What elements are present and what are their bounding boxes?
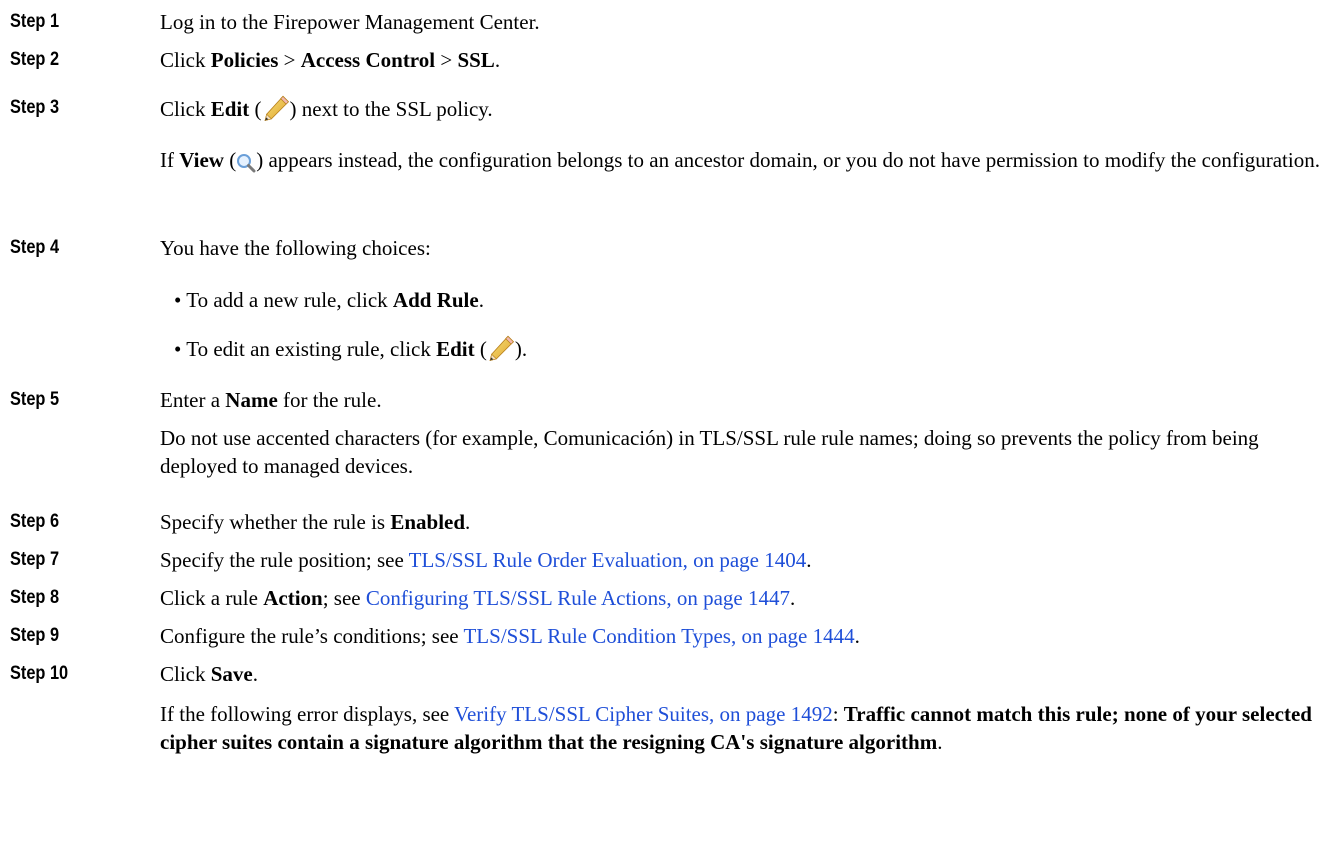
list-item: • To edit an existing rule, click Edit (… [174,334,527,363]
add-rule-label: Add Rule [392,288,479,312]
step-7-label: Step 7 [10,549,60,570]
step-5-label: Step 5 [10,389,60,410]
step-1-text: Log in to the Firepower Management Cente… [160,10,540,34]
step-2-text: Click Policies > Access Control > SSL. [160,48,501,72]
step-10-label: Step 10 [10,663,69,684]
link-rule-condition-types[interactable]: TLS/SSL Rule Condition Types, on page 14… [463,624,854,648]
step-8-label: Step 8 [10,587,60,608]
menu-ssl: SSL [457,48,495,72]
list-item: • To add a new rule, click Add Rule. [174,288,484,312]
link-rule-order-evaluation[interactable]: TLS/SSL Rule Order Evaluation, on page 1… [409,548,807,572]
step-3-note: If View () appears instead, the configur… [160,148,1320,173]
step-3-text: Click Edit () next to the SSL policy. [160,94,1320,123]
step-10-text: Click Save. [160,662,258,686]
step-4-text: You have the following choices: [160,236,431,260]
step-4-label: Step 4 [10,237,60,258]
menu-policies: Policies [210,48,279,72]
step-6-label: Step 6 [10,511,60,532]
step-5-note: Do not use accented characters (for exam… [160,426,1259,478]
step-6-text: Specify whether the rule is Enabled. [160,510,471,534]
step-7-text: Specify the rule position; see TLS/SSL R… [160,548,812,572]
link-verify-cipher-suites[interactable]: Verify TLS/SSL Cipher Suites, on page 14… [454,702,833,726]
pencil-icon [262,94,290,122]
step-8-text: Click a rule Action; see Configuring TLS… [160,586,796,610]
magnifier-icon [237,154,256,173]
step-2-label: Step 2 [10,49,60,70]
step-9-text: Configure the rule’s conditions; see TLS… [160,624,860,648]
link-configuring-rule-actions[interactable]: Configuring TLS/SSL Rule Actions, on pag… [366,586,790,610]
menu-access-control: Access Control [300,48,436,72]
step-5-text: Enter a Name for the rule. [160,388,382,412]
pencil-icon [487,334,515,362]
step-3-label: Step 3 [10,97,60,118]
step-1-label: Step 1 [10,11,60,32]
step-10-note: If the following error displays, see Ver… [160,702,1312,754]
step-9-label: Step 9 [10,625,60,646]
